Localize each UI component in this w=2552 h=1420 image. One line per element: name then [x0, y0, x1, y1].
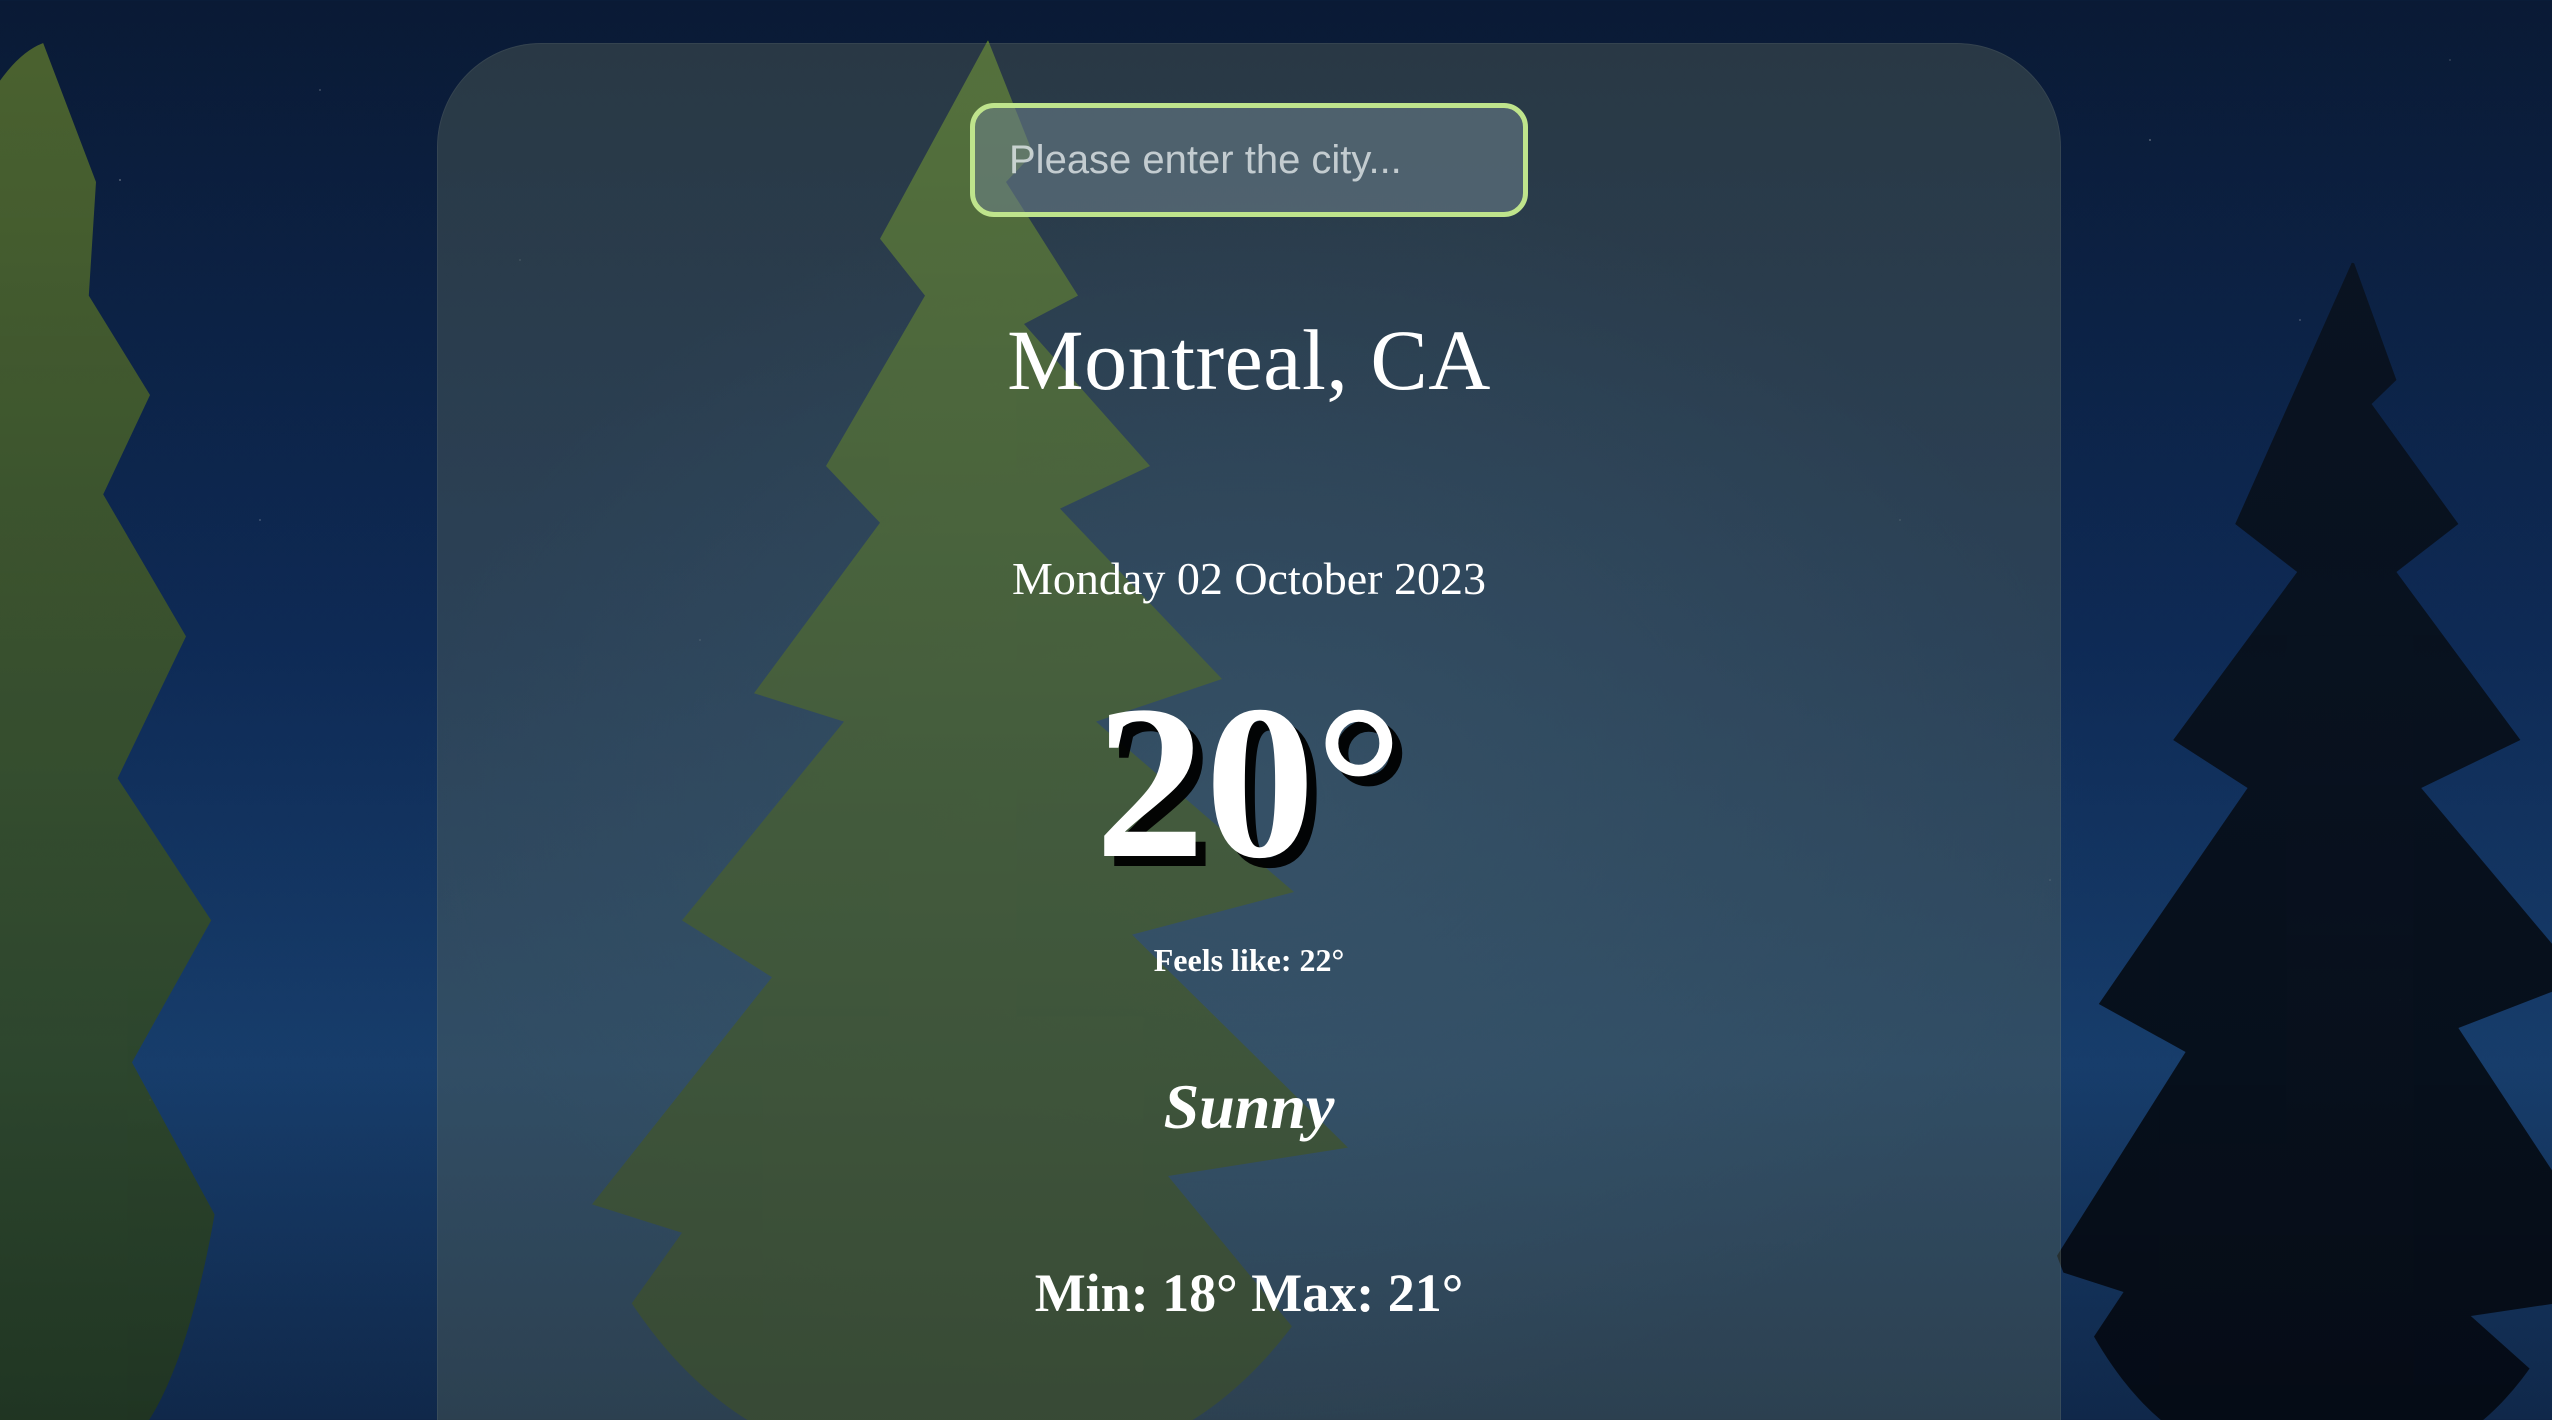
city-search-input[interactable]	[1007, 136, 1491, 184]
current-temperature: 20°	[1095, 660, 1403, 904]
city-search-box[interactable]	[970, 103, 1528, 217]
min-max-temperature: Min: 18° Max: 21°	[1034, 1263, 1464, 1323]
current-date: Monday 02 October 2023	[1012, 553, 1486, 604]
city-name: Montreal, CA	[1007, 312, 1491, 408]
feels-like-temperature: Feels like: 22°	[1153, 942, 1345, 978]
weather-condition: Sunny	[1163, 1071, 1335, 1142]
